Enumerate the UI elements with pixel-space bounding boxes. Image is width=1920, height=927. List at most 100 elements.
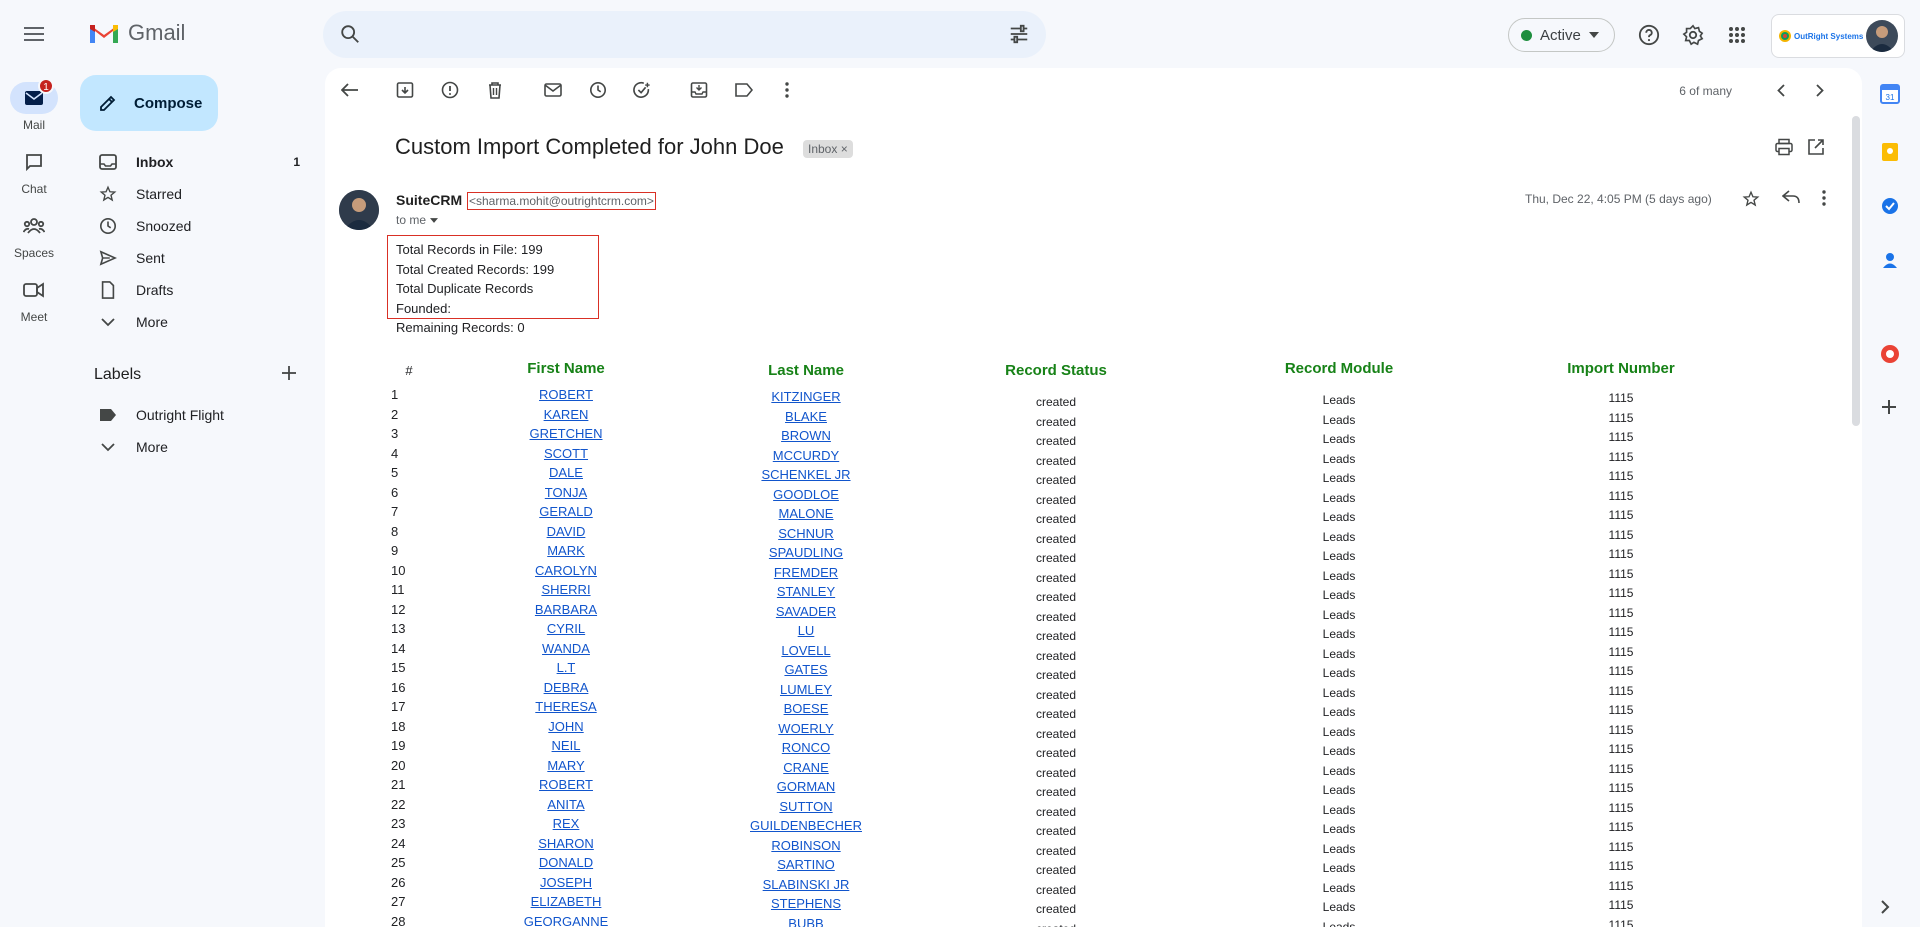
first-name-link[interactable]: WANDA [542, 641, 590, 656]
last-name-link[interactable]: STANLEY [777, 584, 835, 599]
move-to-button[interactable] [688, 79, 710, 101]
first-name-link[interactable]: GEORGANNE [524, 914, 609, 927]
sender-avatar[interactable] [339, 190, 379, 230]
first-name-link[interactable]: BARBARA [535, 602, 597, 617]
labels-more[interactable]: More [80, 431, 310, 463]
first-name-link[interactable]: CYRIL [547, 621, 585, 636]
last-name-link[interactable]: STEPHENS [771, 896, 841, 911]
last-name-link[interactable]: SAVADER [776, 604, 836, 619]
back-button[interactable] [339, 79, 361, 101]
first-name-link[interactable]: MARK [547, 543, 585, 558]
first-name-link[interactable]: REX [553, 816, 580, 831]
rail-spaces[interactable]: Spaces [0, 210, 68, 260]
last-name-link[interactable]: GORMAN [777, 779, 836, 794]
add-task-button[interactable] [631, 79, 653, 101]
first-name-link[interactable]: SHERRI [541, 582, 590, 597]
create-label-button[interactable] [280, 364, 298, 382]
first-name-link[interactable]: SCOTT [544, 446, 588, 461]
first-name-link[interactable]: ROBERT [539, 777, 593, 792]
first-name-link[interactable]: JOSEPH [540, 875, 592, 890]
message-more-button[interactable] [1822, 190, 1844, 212]
mark-unread-button[interactable] [542, 79, 564, 101]
account-switcher[interactable]: OutRight Systems [1771, 14, 1905, 58]
open-new-window-button[interactable] [1807, 138, 1827, 158]
gmail-logo[interactable]: Gmail [88, 20, 185, 46]
hide-side-panel-button[interactable] [1880, 900, 1902, 922]
nav-more[interactable]: More [80, 306, 310, 338]
get-addons-button[interactable] [1880, 398, 1902, 420]
last-name-link[interactable]: SLABINSKI JR [763, 877, 850, 892]
last-name-link[interactable]: ROBINSON [771, 838, 840, 853]
search-bar[interactable] [323, 11, 1046, 58]
last-name-link[interactable]: SUTTON [779, 799, 832, 814]
nav-starred[interactable]: Starred [80, 178, 310, 210]
settings-button[interactable] [1676, 18, 1710, 52]
reply-button[interactable] [1782, 190, 1804, 212]
last-name-link[interactable]: SPAUDLING [769, 545, 843, 560]
first-name-link[interactable]: CAROLYN [535, 563, 597, 578]
nav-inbox[interactable]: Inbox 1 [80, 146, 310, 178]
first-name-link[interactable]: JOHN [548, 719, 583, 734]
last-name-link[interactable]: BROWN [781, 428, 831, 443]
last-name-link[interactable]: KITZINGER [771, 389, 840, 404]
search-icon[interactable] [339, 23, 361, 45]
last-name-link[interactable]: RONCO [782, 740, 830, 755]
inbox-label-chip[interactable]: Inbox × [803, 140, 853, 158]
newer-button[interactable] [1770, 79, 1792, 101]
star-message-button[interactable] [1742, 190, 1764, 212]
status-dropdown[interactable]: Active [1508, 18, 1615, 52]
nav-snoozed[interactable]: Snoozed [80, 210, 310, 242]
last-name-link[interactable]: MCCURDY [773, 448, 839, 463]
contacts-app-button[interactable] [1880, 250, 1902, 272]
last-name-link[interactable]: GOODLOE [773, 487, 839, 502]
first-name-link[interactable]: ELIZABETH [531, 894, 602, 909]
first-name-link[interactable]: DONALD [539, 855, 593, 870]
first-name-link[interactable]: GERALD [539, 504, 592, 519]
first-name-link[interactable]: THERESA [535, 699, 596, 714]
print-all-button[interactable] [1775, 138, 1795, 158]
first-name-link[interactable]: MARY [547, 758, 584, 773]
addon-app-button[interactable] [1880, 344, 1902, 366]
first-name-link[interactable]: SHARON [538, 836, 594, 851]
last-name-link[interactable]: LUMLEY [780, 682, 832, 697]
last-name-link[interactable]: BUBB [788, 916, 823, 927]
compose-button[interactable]: Compose [80, 75, 218, 131]
tasks-app-button[interactable] [1880, 196, 1902, 218]
nav-drafts[interactable]: Drafts [80, 274, 310, 306]
last-name-link[interactable]: SCHNUR [778, 526, 834, 541]
more-actions-button[interactable] [776, 79, 798, 101]
labels-button[interactable] [733, 79, 755, 101]
report-spam-button[interactable] [439, 79, 461, 101]
first-name-link[interactable]: NEIL [552, 738, 581, 753]
first-name-link[interactable]: ANITA [547, 797, 584, 812]
sender-name[interactable]: SuiteCRM [396, 192, 462, 208]
first-name-link[interactable]: KAREN [544, 407, 589, 422]
delete-button[interactable] [484, 79, 506, 101]
rail-meet[interactable]: Meet [0, 274, 68, 324]
last-name-link[interactable]: SCHENKEL JR [761, 467, 850, 482]
search-options-icon[interactable] [1008, 23, 1030, 45]
first-name-link[interactable]: DALE [549, 465, 583, 480]
rail-chat[interactable]: Chat [0, 146, 68, 196]
last-name-link[interactable]: BLAKE [785, 409, 827, 424]
rail-mail[interactable]: 1 Mail [0, 78, 68, 132]
last-name-link[interactable]: LOVELL [781, 643, 830, 658]
last-name-link[interactable]: CRANE [783, 760, 829, 775]
last-name-link[interactable]: WOERLY [778, 721, 833, 736]
snooze-button[interactable] [587, 79, 609, 101]
label-outright-flight[interactable]: Outright Flight [80, 399, 310, 431]
last-name-link[interactable]: MALONE [779, 506, 834, 521]
first-name-link[interactable]: DEBRA [544, 680, 589, 695]
recipients-toggle[interactable]: to me [396, 213, 439, 227]
last-name-link[interactable]: GATES [784, 662, 827, 677]
keep-app-button[interactable] [1880, 142, 1902, 164]
last-name-link[interactable]: FREMDER [774, 565, 838, 580]
first-name-link[interactable]: L.T [557, 660, 576, 675]
last-name-link[interactable]: BOESE [784, 701, 829, 716]
first-name-link[interactable]: ROBERT [539, 387, 593, 402]
support-button[interactable] [1632, 18, 1666, 52]
apps-button[interactable] [1720, 18, 1754, 52]
calendar-app-button[interactable]: 31 [1880, 84, 1902, 106]
first-name-link[interactable]: TONJA [545, 485, 587, 500]
first-name-link[interactable]: DAVID [547, 524, 586, 539]
